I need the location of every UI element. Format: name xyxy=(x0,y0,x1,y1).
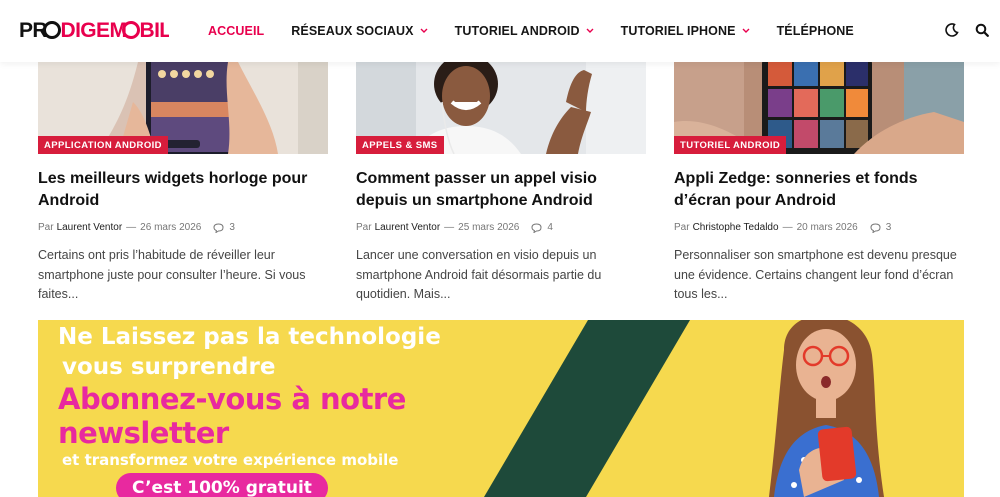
nav-label: TÉLÉPHONE xyxy=(776,24,854,38)
article-meta: Par Laurent Ventor — 25 mars 2026 4 xyxy=(356,222,646,233)
nav-label: TUTORIEL IPHONE xyxy=(620,24,736,38)
category-badge[interactable]: TUTORIEL ANDROID xyxy=(674,136,787,154)
meta-by: Par xyxy=(38,222,54,233)
comment-icon xyxy=(870,222,881,233)
comments-link[interactable]: 3 xyxy=(213,222,235,233)
comments-link[interactable]: 3 xyxy=(870,222,892,233)
article-excerpt: Certains ont pris l’habitude de réveille… xyxy=(38,248,306,301)
comment-count: 3 xyxy=(229,222,235,233)
article-card: APPLICATION ANDROID Les meilleurs widget… xyxy=(38,62,328,305)
author-link[interactable]: Christophe Tedaldo xyxy=(693,222,779,233)
chevron-down-icon xyxy=(742,26,750,36)
category-badge[interactable]: APPELS & SMS xyxy=(356,136,444,154)
comment-count: 4 xyxy=(547,222,553,233)
search-icon[interactable] xyxy=(974,22,990,38)
nav-label: ACCUEIL xyxy=(208,24,265,38)
author-link[interactable]: Laurent Ventor xyxy=(57,222,123,233)
category-badge[interactable]: APPLICATION ANDROID xyxy=(38,136,168,154)
nav-item-accueil[interactable]: ACCUEIL xyxy=(208,24,264,38)
comments-link[interactable]: 4 xyxy=(531,222,553,233)
nav-label: RÉSEAUX SOCIAUX xyxy=(291,24,414,38)
comment-icon xyxy=(531,222,542,233)
article-excerpt: Lancer une conversation en visio depuis … xyxy=(356,248,602,301)
svg-text:BILE: BILE xyxy=(140,19,170,42)
banner-headline-line2: vous surprendre xyxy=(62,354,276,380)
article-meta: Par Christophe Tedaldo — 20 mars 2026 3 xyxy=(674,222,964,233)
article-title[interactable]: Comment passer un appel visio depuis un … xyxy=(356,168,646,212)
logo-wordmark: PR DIGEM BILE xyxy=(19,19,170,42)
nav-item-tutoriel-iphone[interactable]: TUTORIEL IPHONE xyxy=(621,24,750,38)
article-excerpt: Personnaliser son smartphone est devenu … xyxy=(674,248,957,301)
banner-headline-line1: Ne Laissez pas la technologie xyxy=(58,324,441,350)
article-thumbnail[interactable]: TUTORIEL ANDROID xyxy=(674,62,964,154)
article-title[interactable]: Appli Zedge: sonneries et fonds d’écran … xyxy=(674,168,964,212)
chevron-down-icon xyxy=(420,26,428,36)
moon-icon[interactable] xyxy=(944,22,960,38)
header-actions xyxy=(944,22,990,38)
author-link[interactable]: Laurent Ventor xyxy=(375,222,441,233)
banner-cta-button[interactable]: C’est 100% gratuit xyxy=(116,473,328,497)
article-thumbnail[interactable]: APPLICATION ANDROID xyxy=(38,62,328,154)
article-thumbnail[interactable]: APPELS & SMS xyxy=(356,62,646,154)
article-card: TUTORIEL ANDROID Appli Zedge: sonneries … xyxy=(674,62,964,305)
nav-item-telephone[interactable]: TÉLÉPHONE xyxy=(777,24,854,38)
surprised-woman-image xyxy=(769,320,884,497)
meta-separator: — xyxy=(444,222,455,233)
article-date: 20 mars 2026 xyxy=(796,222,858,233)
article-date: 26 mars 2026 xyxy=(140,222,202,233)
article-card: APPELS & SMS Comment passer un appel vis… xyxy=(356,62,646,305)
main-nav: ACCUEIL RÉSEAUX SOCIAUX TUTORIEL ANDROID… xyxy=(208,0,881,62)
site-header: PR DIGEM BILE ACCUEIL RÉSEAUX SOCIAUX TU… xyxy=(0,0,1000,62)
nav-label: TUTORIEL ANDROID xyxy=(454,24,580,38)
banner-subscribe-line1: Abonnez-vous à notre xyxy=(58,382,406,416)
meta-separator: — xyxy=(126,222,137,233)
article-title[interactable]: Les meilleurs widgets horloge pour Andro… xyxy=(38,168,328,212)
nav-item-tutoriel-android[interactable]: TUTORIEL ANDROID xyxy=(455,24,594,38)
chevron-down-icon xyxy=(586,26,594,36)
meta-separator: — xyxy=(782,222,793,233)
comment-icon xyxy=(213,222,224,233)
svg-text:DIGEM: DIGEM xyxy=(61,19,127,42)
meta-by: Par xyxy=(674,222,690,233)
newsletter-banner[interactable]: Ne Laissez pas la technologie vous surpr… xyxy=(38,320,964,497)
article-date: 25 mars 2026 xyxy=(458,222,520,233)
article-grid: APPLICATION ANDROID Les meilleurs widget… xyxy=(38,62,964,317)
nav-item-reseaux-sociaux[interactable]: RÉSEAUX SOCIAUX xyxy=(291,24,428,38)
banner-tagline: et transformez votre expérience mobile xyxy=(62,451,399,469)
article-meta: Par Laurent Ventor — 26 mars 2026 3 xyxy=(38,222,328,233)
meta-by: Par xyxy=(356,222,372,233)
banner-subscribe-line2: newsletter xyxy=(58,416,229,450)
comment-count: 3 xyxy=(885,222,892,233)
site-logo[interactable]: PR DIGEM BILE xyxy=(19,17,169,43)
